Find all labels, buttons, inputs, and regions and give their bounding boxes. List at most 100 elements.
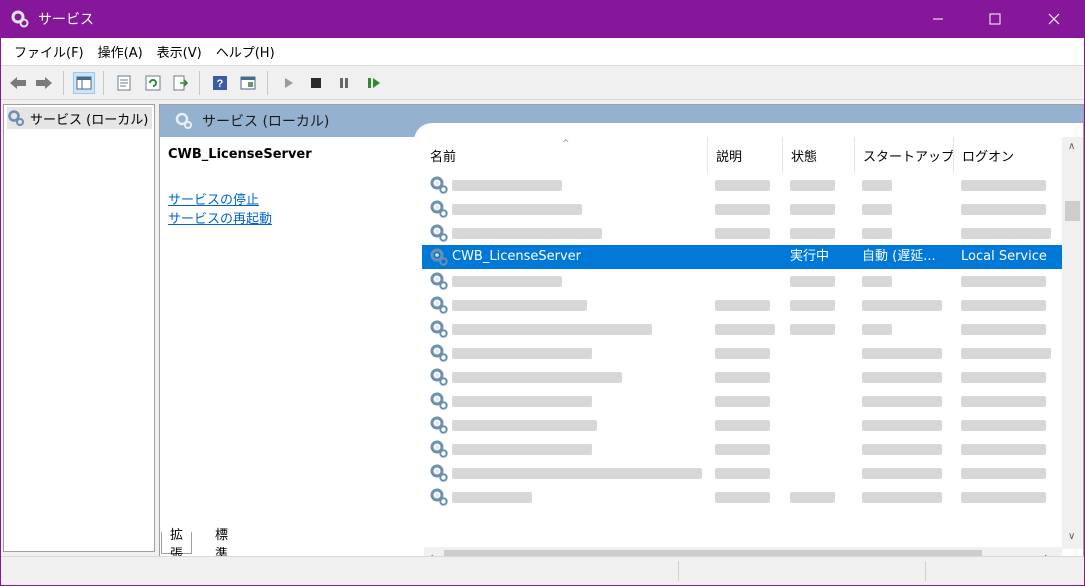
column-header-name[interactable]: 名前 bbox=[422, 137, 708, 173]
service-row[interactable] bbox=[422, 197, 1067, 221]
service-row[interactable] bbox=[422, 221, 1067, 245]
column-header-startup-type[interactable]: スタートアップ... bbox=[855, 137, 954, 173]
redacted-text bbox=[452, 372, 622, 383]
redacted-text bbox=[452, 180, 562, 191]
service-row[interactable] bbox=[422, 461, 1067, 485]
service-gear-icon bbox=[429, 199, 449, 219]
window-title: サービス bbox=[38, 12, 94, 28]
description-panel: CWB_LicenseServer サービスの停止 サービスの再起動 bbox=[160, 137, 416, 567]
redacted-text bbox=[961, 468, 1046, 479]
pause-icon bbox=[340, 78, 348, 88]
menu-action[interactable]: 操作(A) bbox=[91, 42, 150, 61]
service-gear-icon bbox=[429, 247, 449, 267]
redacted-text bbox=[961, 180, 1046, 191]
redacted-text bbox=[790, 180, 835, 191]
vertical-scrollbar[interactable]: ∧ ∨ bbox=[1062, 137, 1083, 549]
redacted-text bbox=[715, 468, 770, 479]
minimize-button[interactable] bbox=[909, 0, 967, 38]
redacted-text bbox=[961, 492, 1046, 503]
menu-bar: ファイル(F) 操作(A) 表示(V) ヘルプ(H) bbox=[1, 38, 1084, 66]
search-services-icon bbox=[175, 112, 192, 129]
service-status-cell: 実行中 bbox=[790, 249, 830, 264]
scroll-up-icon[interactable]: ∧ bbox=[1068, 141, 1075, 152]
pause-service-button[interactable] bbox=[333, 72, 355, 94]
menu-file[interactable]: ファイル(F) bbox=[7, 42, 91, 61]
service-gear-icon bbox=[429, 487, 449, 507]
column-header-description[interactable]: 説明 bbox=[708, 137, 783, 173]
redacted-text bbox=[961, 444, 1046, 455]
svg-text:?: ? bbox=[217, 78, 224, 90]
service-row[interactable]: CWB_LicenseServer 実行中 自動 (遅延... Local Servi… bbox=[422, 245, 1067, 269]
service-gear-icon bbox=[429, 439, 449, 459]
stop-service-link[interactable]: サービスの停止 bbox=[168, 189, 259, 208]
service-row[interactable] bbox=[422, 293, 1067, 317]
minimize-icon bbox=[933, 18, 943, 20]
console-tree-button[interactable] bbox=[237, 72, 259, 94]
redacted-text bbox=[961, 228, 1051, 239]
redacted-text bbox=[961, 348, 1051, 359]
service-row[interactable] bbox=[422, 437, 1067, 461]
service-gear-icon bbox=[429, 415, 449, 435]
back-button[interactable] bbox=[7, 72, 29, 94]
redacted-text bbox=[452, 444, 592, 455]
stop-service-button[interactable] bbox=[305, 72, 327, 94]
scroll-down-icon[interactable]: ∨ bbox=[1068, 531, 1075, 542]
service-row[interactable] bbox=[422, 173, 1067, 197]
restart-service-link[interactable]: サービスの再起動 bbox=[168, 208, 272, 227]
redacted-text bbox=[862, 228, 892, 239]
services-list: ^ 名前 説明 状態 スタートアップ... ログオン CWB_LicenseSe… bbox=[422, 137, 1067, 567]
redacted-text bbox=[862, 444, 942, 455]
properties-icon bbox=[117, 75, 131, 91]
redacted-text bbox=[961, 372, 1046, 383]
status-bar bbox=[1, 556, 1084, 584]
maximize-button[interactable] bbox=[966, 0, 1024, 38]
redacted-text bbox=[862, 396, 942, 407]
help-button[interactable]: ? bbox=[209, 72, 231, 94]
redacted-text bbox=[790, 300, 835, 311]
redacted-text bbox=[862, 492, 942, 503]
close-button[interactable] bbox=[1025, 0, 1083, 38]
restart-icon bbox=[368, 78, 380, 88]
service-gear-icon bbox=[429, 391, 449, 411]
service-row[interactable] bbox=[422, 389, 1067, 413]
redacted-text bbox=[961, 300, 1046, 311]
service-row[interactable] bbox=[422, 317, 1067, 341]
redacted-text bbox=[715, 300, 770, 311]
column-header-logon[interactable]: ログオン bbox=[954, 137, 1067, 173]
column-header-status[interactable]: 状態 bbox=[783, 137, 855, 173]
restart-service-button[interactable] bbox=[363, 72, 385, 94]
service-row[interactable] bbox=[422, 269, 1067, 293]
forward-button[interactable] bbox=[33, 72, 55, 94]
redacted-text bbox=[790, 324, 835, 335]
redacted-text bbox=[961, 204, 1046, 215]
start-icon bbox=[285, 78, 293, 88]
show-tree-button[interactable] bbox=[73, 72, 95, 94]
redacted-text bbox=[452, 420, 597, 431]
export-list-button[interactable] bbox=[169, 72, 191, 94]
redacted-text bbox=[452, 300, 587, 311]
redacted-text bbox=[452, 492, 532, 503]
start-service-button[interactable] bbox=[277, 72, 299, 94]
redacted-text bbox=[715, 348, 770, 359]
redacted-text bbox=[452, 204, 582, 215]
service-row[interactable] bbox=[422, 341, 1067, 365]
service-gear-icon bbox=[429, 223, 449, 243]
service-row[interactable] bbox=[422, 413, 1067, 437]
refresh-button[interactable] bbox=[142, 72, 164, 94]
service-gear-icon bbox=[429, 319, 449, 339]
tab-extended[interactable]: 拡張 bbox=[161, 528, 193, 562]
service-row[interactable] bbox=[422, 485, 1067, 509]
menu-help[interactable]: ヘルプ(H) bbox=[209, 42, 282, 61]
services-gear-icon bbox=[8, 110, 24, 126]
redacted-text bbox=[715, 396, 770, 407]
title-bar: サービス bbox=[0, 0, 1085, 38]
redacted-text bbox=[862, 324, 892, 335]
menu-view[interactable]: 表示(V) bbox=[150, 42, 209, 61]
redacted-text bbox=[862, 300, 942, 311]
tab-standard[interactable]: 標準 bbox=[207, 528, 236, 562]
vertical-scroll-thumb[interactable] bbox=[1065, 201, 1080, 221]
service-row[interactable] bbox=[422, 365, 1067, 389]
properties-button[interactable] bbox=[113, 72, 135, 94]
tree-item-services-local[interactable]: サービス (ローカル) bbox=[7, 107, 153, 129]
console-icon bbox=[240, 76, 256, 90]
